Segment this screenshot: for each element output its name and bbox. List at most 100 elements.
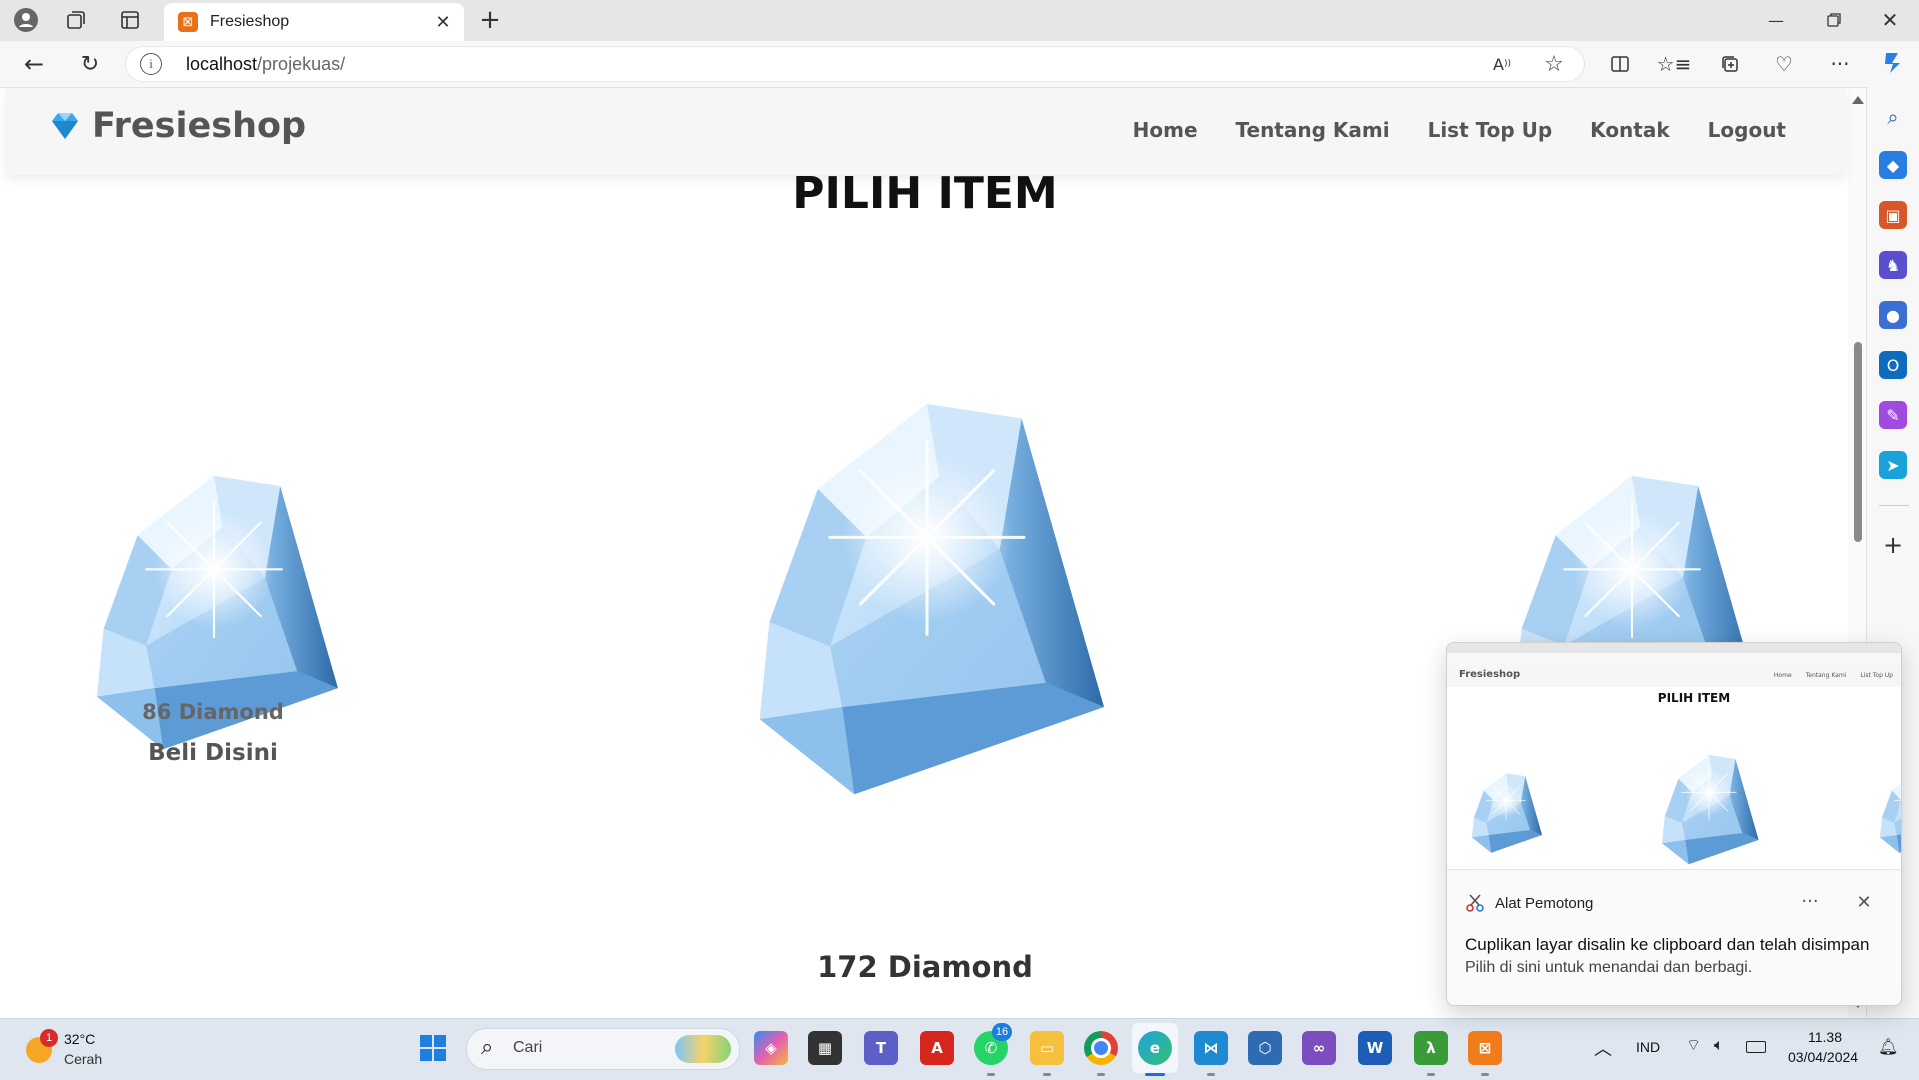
taskbar-search[interactable]: ⌕ Cari [466,1028,740,1070]
url-path: /projekuas/ [257,54,346,74]
brand-diamond-icon [52,113,78,139]
notification-sub-message: Pilih di sini untuk menandai dan berbagi… [1465,959,1753,976]
word-icon[interactable]: W [1358,1031,1392,1065]
browser-essentials-icon[interactable]: ♡ [1770,50,1798,78]
virtualbox-icon[interactable]: ⬡ [1248,1031,1282,1065]
back-icon[interactable]: ← [20,50,48,78]
edge-icon[interactable]: e [1138,1031,1172,1065]
search-placeholder: Cari [513,1039,543,1056]
sidebar-add-icon[interactable]: + [1879,531,1907,559]
notification-close-icon[interactable]: ✕ [1851,889,1877,915]
preview-title: PILIH ITEM [1657,691,1731,705]
tab-close-icon[interactable]: ✕ [430,9,456,35]
xampp-favicon-icon: ⊠ [178,12,198,32]
collections-icon[interactable] [1716,50,1744,78]
weather-desc: Cerah [64,1051,103,1067]
scroll-up-arrow-icon[interactable] [1852,96,1864,104]
sidebar-search-icon[interactable]: ⌕ [1879,103,1907,131]
preview-diamond-3 [1877,773,1901,855]
battery-icon[interactable] [1746,1041,1766,1053]
site-info-icon[interactable]: i [140,53,162,75]
scroll-thumb[interactable] [1854,342,1862,542]
screenshot-preview[interactable]: Fresieshop Home Tentang Kami List Top Up… [1447,643,1901,870]
chrome-icon[interactable] [1084,1031,1118,1065]
copilot-icon[interactable] [1878,49,1906,77]
product-2-name: 172 Diamond [817,950,1033,984]
preview-diamond-1 [1469,773,1543,855]
matlab-icon[interactable]: λ [1414,1031,1448,1065]
nav-tentang-kami[interactable]: Tentang Kami [1236,118,1390,142]
notification-more-icon[interactable]: ··· [1795,889,1825,913]
brand-name: Fresieshop [92,106,307,146]
preview-nav-tentang: Tentang Kami [1805,672,1847,679]
xampp-icon[interactable]: ⊠ [1468,1031,1502,1065]
visual-studio-icon[interactable]: ∞ [1302,1031,1336,1065]
tab-actions-icon[interactable] [116,6,144,34]
url-box[interactable]: i localhost/projekuas/ A)) ☆ [126,47,1584,81]
sidebar-tools-icon[interactable]: ▣ [1879,201,1907,229]
wifi-icon[interactable]: ⌔ [1686,1035,1701,1055]
notification-bell-icon[interactable]: 🔔︎ [1878,1037,1898,1056]
split-screen-icon[interactable] [1606,50,1634,78]
preview-nav-links: Home Tentang Kami List Top Up [1774,672,1893,679]
site-navbar: Fresieshop Home Tentang Kami List Top Up… [6,88,1846,175]
xampp-running-indicator [1481,1073,1489,1076]
file-explorer-icon[interactable]: ▭ [1030,1031,1064,1065]
preview-nav-home: Home [1773,672,1792,679]
acrobat-icon[interactable]: A [920,1031,954,1065]
chrome-running-indicator [1097,1073,1105,1076]
sidebar-outlook-icon[interactable]: O [1879,351,1907,379]
favorites-icon[interactable]: ☆≡ [1657,50,1692,78]
notification-app-name: Alat Pemotong [1495,894,1594,912]
tab-title: Fresieshop [210,13,290,30]
sidebar-divider [1879,505,1909,506]
clock-date[interactable]: 03/04/2024 [1788,1049,1858,1065]
weather-widget[interactable]: 1 32°C Cerah [24,1029,144,1073]
site-brand[interactable]: Fresieshop [48,106,306,146]
start-windows-icon[interactable] [416,1031,450,1065]
new-tab-icon[interactable]: + [476,5,504,35]
preview-nav-list: List Top Up [1860,672,1893,679]
nav-list-top-up[interactable]: List Top Up [1428,118,1553,142]
close-window-icon[interactable]: ✕ [1876,6,1904,34]
profile-icon[interactable] [12,6,40,34]
search-highlight-icon [675,1035,731,1063]
more-menu-icon[interactable]: ··· [1826,50,1854,78]
copilot-preview-icon[interactable]: ◈ [754,1031,788,1065]
preview-address-bar [1447,653,1901,665]
notification-app: Alat Pemotong [1465,893,1593,913]
clock-time[interactable]: 11.38 [1808,1029,1842,1045]
volume-icon[interactable]: 🔈︎ [1714,1035,1724,1055]
product-2-diamond-image[interactable] [744,404,1110,804]
nav-home[interactable]: Home [1133,118,1198,142]
preview-navbar: Fresieshop Home Tentang Kami List Top Up [1447,665,1901,687]
nav-kontak[interactable]: Kontak [1590,118,1669,142]
minimize-icon[interactable]: — [1762,6,1790,34]
tray-chevron-icon[interactable]: ︿ [1594,1035,1612,1061]
matlab-running-indicator [1427,1073,1435,1076]
sidebar-send-icon[interactable]: ➤ [1879,451,1907,479]
product-1-buy-link[interactable]: Beli Disini [100,740,326,766]
snipping-tool-notification[interactable]: Fresieshop Home Tentang Kami List Top Up… [1446,642,1902,1006]
sidebar-microsoft365-icon[interactable]: ● [1879,301,1907,329]
refresh-icon[interactable]: ↻ [76,50,104,78]
language-indicator[interactable]: IND [1636,1039,1660,1055]
sidebar-games-icon[interactable]: ♞ [1879,251,1907,279]
url-host: localhost [186,54,258,74]
notification-message: Cuplikan layar disalin ke clipboard dan … [1465,935,1870,954]
task-view-icon[interactable]: ▦ [808,1031,842,1065]
favorite-star-icon[interactable]: ☆ [1540,50,1568,78]
sidebar-shopping-icon[interactable]: ◆ [1879,151,1907,179]
teams-icon[interactable]: T [864,1031,898,1065]
browser-tab-bar: ⊠ Fresieshop ✕ + — ✕ [0,0,1919,41]
read-aloud-icon[interactable]: A)) [1488,50,1516,78]
whatsapp-badge: 16 [992,1023,1012,1041]
restore-icon[interactable] [1820,6,1848,34]
url-text[interactable]: localhost/projekuas/ [186,54,345,75]
vscode-icon[interactable]: ⋈ [1194,1031,1228,1065]
tab-fresieshop[interactable]: ⊠ Fresieshop ✕ [164,3,464,41]
workspaces-icon[interactable] [62,6,90,34]
nav-logout[interactable]: Logout [1708,118,1786,142]
sidebar-designer-icon[interactable]: ✎ [1879,401,1907,429]
edge-running-indicator [1145,1073,1165,1076]
